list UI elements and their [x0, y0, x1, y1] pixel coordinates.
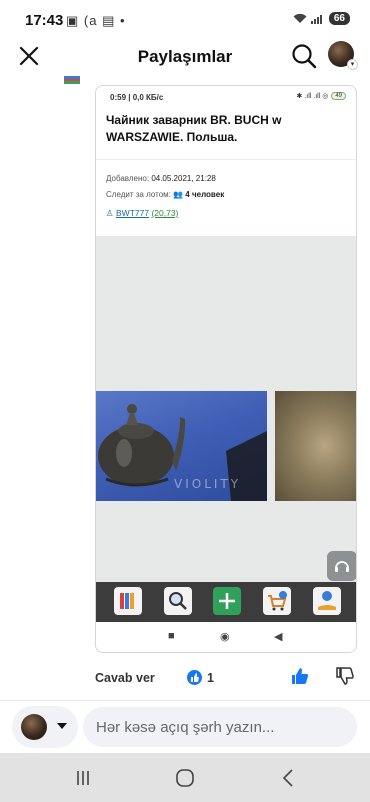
- books-icon: [120, 593, 134, 609]
- added-value: 04.05.2021, 21:28: [151, 174, 216, 183]
- chevron-down-icon: ▾: [347, 59, 358, 70]
- small-flag-icon: [64, 76, 80, 84]
- reply-link[interactable]: Cavab ver: [95, 671, 155, 685]
- embedded-recents-icon: ■: [168, 630, 175, 642]
- magnifier-icon: [169, 592, 187, 610]
- embedded-nav-bar: ■ ◉ ◀: [96, 622, 356, 652]
- thumbs-down-icon[interactable]: [335, 666, 355, 686]
- lot-title: Чайник заварник BR. BUCH w WARSZAWIE. По…: [106, 113, 282, 144]
- seller-rating: (20,73): [151, 208, 179, 218]
- avatar: [21, 714, 47, 740]
- recents-icon[interactable]: [72, 767, 94, 789]
- seller-name: BWT777: [116, 208, 150, 218]
- plus-icon: [219, 593, 235, 609]
- thumbs-up-icon[interactable]: [290, 666, 310, 686]
- watchers-label: Следит за лотом:: [106, 190, 171, 199]
- watermark: VIOLITY: [174, 477, 242, 491]
- embedded-status-time: 0:59 | 0,0 КБ/с: [110, 93, 164, 102]
- system-nav-bar: [0, 753, 370, 802]
- like-reaction-icon: [187, 670, 202, 685]
- status-bar: 17:43 ▣ (a ▤ • 66: [0, 0, 370, 40]
- search-icon[interactable]: [290, 42, 318, 70]
- comment-composer: [0, 701, 370, 753]
- status-right: 66: [293, 12, 350, 25]
- added-date-row: Добавлено: 04.05.2021, 21:28: [106, 174, 216, 183]
- back-icon[interactable]: [278, 767, 300, 789]
- notification-icons: ▣ (a ▤ •: [66, 13, 126, 28]
- user-icon: ♙: [106, 208, 114, 218]
- signal-icon: [310, 15, 322, 24]
- people-icon: 👥: [173, 190, 184, 199]
- search-lots-button[interactable]: [164, 587, 192, 615]
- catalog-button[interactable]: [114, 587, 142, 615]
- comment-attachment-screenshot[interactable]: 0:59 | 0,0 КБ/с ✱ .ıll .ıll ◎ 49 Чайник …: [95, 85, 357, 653]
- add-lot-button[interactable]: [213, 587, 241, 615]
- second-photo: [275, 391, 356, 501]
- divider: [96, 159, 356, 160]
- caret-down-icon: [57, 723, 67, 729]
- hand-question-icon: [318, 591, 336, 610]
- profile-avatar[interactable]: ▾: [328, 41, 358, 70]
- headset-icon: [335, 561, 349, 572]
- app-header: Paylaşımlar ▾: [0, 40, 370, 74]
- support-button[interactable]: [327, 551, 356, 581]
- battery-icon: 66: [328, 12, 350, 25]
- cart-help-button[interactable]: [263, 587, 291, 615]
- embedded-status-icons: ✱ .ıll .ıll ◎: [296, 93, 329, 100]
- comment-actions: Cavab ver 1: [0, 662, 370, 692]
- embedded-back-icon: ◀: [274, 631, 283, 643]
- embedded-home-icon: ◉: [220, 631, 230, 643]
- embedded-toolbar: [96, 582, 356, 622]
- status-time: 17:43: [25, 12, 64, 29]
- identity-switcher[interactable]: [12, 706, 78, 748]
- seller-row: ♙ BWT777 (20,73): [106, 208, 178, 219]
- like-count[interactable]: 1: [207, 671, 214, 685]
- wifi-icon: [293, 13, 307, 23]
- watchers-row: Следит за лотом: 👥 4 человек: [106, 190, 224, 199]
- embedded-status-bar: 0:59 | 0,0 КБ/с ✱ .ıll .ıll ◎ 49: [96, 86, 356, 108]
- watchers-value: 4 человек: [185, 190, 225, 199]
- teapot-photo: VIOLITY: [96, 391, 267, 501]
- comment-input[interactable]: [83, 707, 357, 747]
- cart-icon: [268, 591, 287, 611]
- home-icon[interactable]: [174, 767, 196, 789]
- added-label: Добавлено:: [106, 174, 150, 183]
- embedded-battery-icon: 49: [331, 92, 346, 100]
- help-button[interactable]: [313, 587, 341, 615]
